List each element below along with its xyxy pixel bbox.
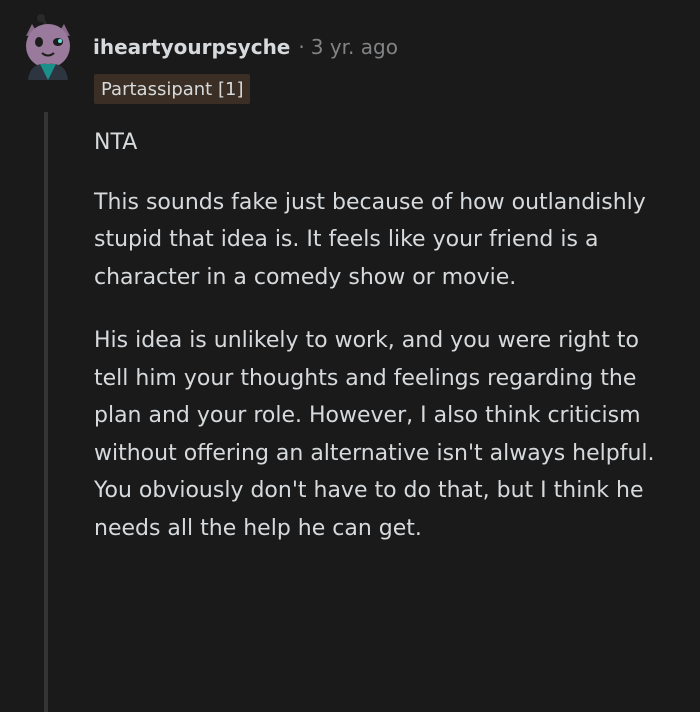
comment-meta: iheartyourpsyche · 3 yr. ago [93, 33, 398, 61]
thread-line[interactable] [44, 112, 48, 712]
user-avatar-icon[interactable] [20, 14, 76, 80]
comment-body: NTA This sounds fake just because of how… [94, 124, 679, 573]
username-link[interactable]: iheartyourpsyche [93, 35, 290, 59]
meta-separator: · [298, 35, 305, 59]
timestamp[interactable]: 3 yr. ago [311, 35, 398, 59]
user-flair-text: Partassipant [1] [101, 78, 244, 100]
comment-paragraph: This sounds fake just because of how out… [94, 189, 646, 290]
comment-paragraph: His idea is unlikely to work, and you we… [94, 328, 655, 541]
user-flair: Partassipant [1] [94, 74, 251, 104]
comment-paragraph: NTA [94, 130, 138, 155]
comment: iheartyourpsyche · 3 yr. ago Partassipan… [0, 0, 700, 712]
